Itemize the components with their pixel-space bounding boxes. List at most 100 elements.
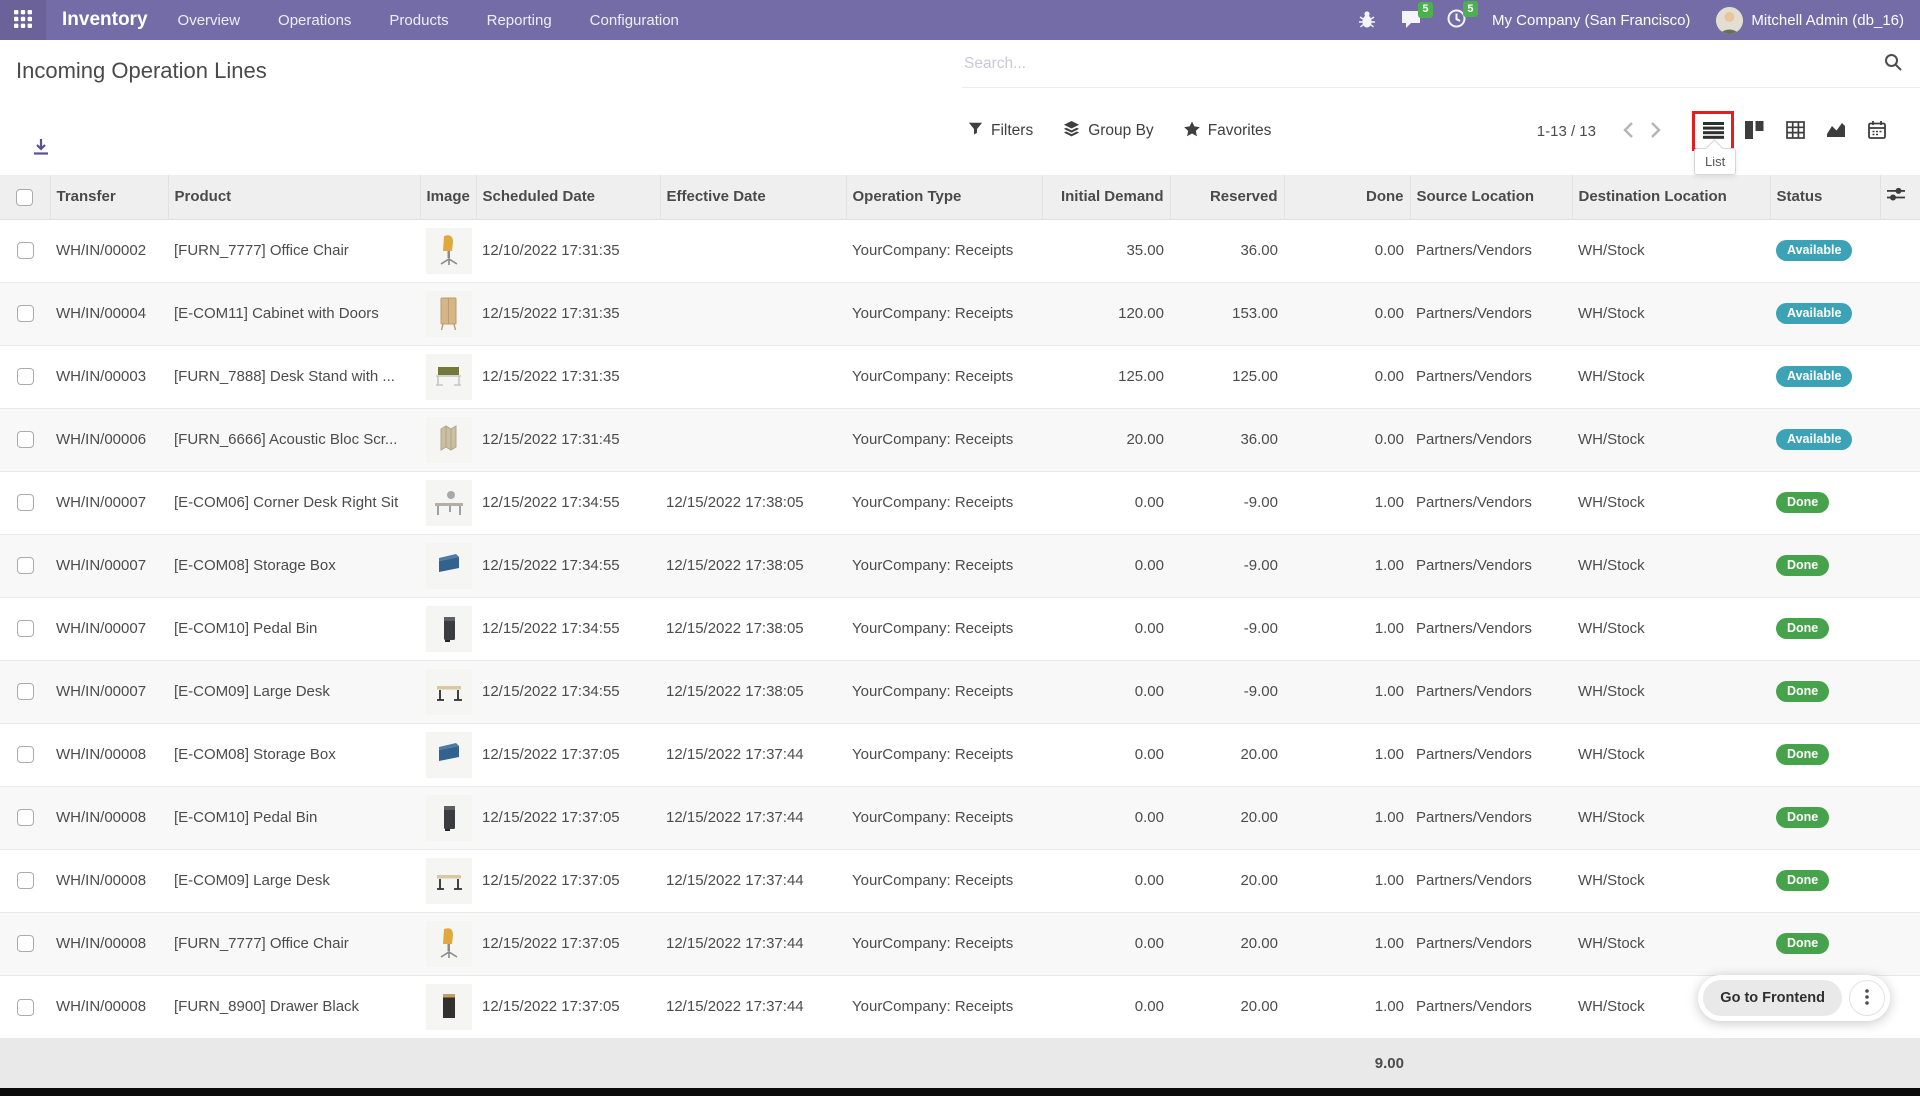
cell-destination-location[interactable]: WH/Stock — [1572, 597, 1770, 660]
cell-operation-type[interactable]: YourCompany: Receipts — [846, 534, 1042, 597]
cell-product[interactable]: [E-COM08] Storage Box — [168, 723, 420, 786]
cell-reserved[interactable]: 20.00 — [1170, 723, 1284, 786]
cell-status[interactable]: Done — [1770, 534, 1880, 597]
cell-effective-date[interactable]: 12/15/2022 17:37:44 — [660, 723, 846, 786]
cell-destination-location[interactable]: WH/Stock — [1572, 219, 1770, 282]
cell-done[interactable]: 0.00 — [1284, 408, 1410, 471]
column-header-destination-location[interactable]: Destination Location — [1572, 175, 1770, 219]
cell-source-location[interactable]: Partners/Vendors — [1410, 471, 1572, 534]
cell-effective-date[interactable]: 12/15/2022 17:37:44 — [660, 975, 846, 1038]
row-checkbox[interactable] — [17, 557, 34, 574]
cell-effective-date[interactable]: 12/15/2022 17:38:05 — [660, 534, 846, 597]
cell-initial-demand[interactable]: 35.00 — [1042, 219, 1170, 282]
nav-item-products[interactable]: Products — [389, 12, 448, 29]
cell-scheduled-date[interactable]: 12/15/2022 17:37:05 — [476, 786, 660, 849]
cell-scheduled-date[interactable]: 12/15/2022 17:34:55 — [476, 471, 660, 534]
cell-done[interactable]: 0.00 — [1284, 219, 1410, 282]
cell-scheduled-date[interactable]: 12/15/2022 17:34:55 — [476, 660, 660, 723]
cell-operation-type[interactable]: YourCompany: Receipts — [846, 597, 1042, 660]
row-checkbox[interactable] — [17, 242, 34, 259]
cell-destination-location[interactable]: WH/Stock — [1572, 345, 1770, 408]
activities-button[interactable]: 5 — [1447, 9, 1466, 31]
cell-product[interactable]: [E-COM09] Large Desk — [168, 660, 420, 723]
cell-reserved[interactable]: 153.00 — [1170, 282, 1284, 345]
cell-initial-demand[interactable]: 0.00 — [1042, 786, 1170, 849]
row-checkbox[interactable] — [17, 368, 34, 385]
cell-scheduled-date[interactable]: 12/15/2022 17:34:55 — [476, 597, 660, 660]
cell-source-location[interactable]: Partners/Vendors — [1410, 345, 1572, 408]
column-header-done[interactable]: Done — [1284, 175, 1410, 219]
cell-source-location[interactable]: Partners/Vendors — [1410, 534, 1572, 597]
cell-initial-demand[interactable]: 0.00 — [1042, 723, 1170, 786]
cell-transfer[interactable]: WH/IN/00008 — [50, 849, 168, 912]
cell-status[interactable]: Available — [1770, 282, 1880, 345]
cell-status[interactable]: Done — [1770, 597, 1880, 660]
cell-product[interactable]: [E-COM06] Corner Desk Right Sit — [168, 471, 420, 534]
table-row[interactable]: WH/IN/00006[FURN_6666] Acoustic Bloc Scr… — [0, 408, 1920, 471]
cell-initial-demand[interactable]: 20.00 — [1042, 408, 1170, 471]
cell-reserved[interactable]: 36.00 — [1170, 219, 1284, 282]
debug-bug-button[interactable] — [1359, 10, 1375, 31]
cell-status[interactable]: Available — [1770, 408, 1880, 471]
cell-status[interactable]: Done — [1770, 849, 1880, 912]
cell-reserved[interactable]: 20.00 — [1170, 912, 1284, 975]
company-switcher[interactable]: My Company (San Francisco) — [1492, 12, 1690, 29]
cell-operation-type[interactable]: YourCompany: Receipts — [846, 660, 1042, 723]
apps-menu-button[interactable] — [0, 0, 46, 40]
column-header-transfer[interactable]: Transfer — [50, 175, 168, 219]
cell-transfer[interactable]: WH/IN/00006 — [50, 408, 168, 471]
cell-done[interactable]: 1.00 — [1284, 975, 1410, 1038]
calendar-view-button[interactable] — [1860, 115, 1894, 147]
favorites-button[interactable]: Favorites — [1184, 121, 1272, 142]
column-header-product[interactable]: Product — [168, 175, 420, 219]
cell-status[interactable]: Available — [1770, 219, 1880, 282]
cell-operation-type[interactable]: YourCompany: Receipts — [846, 219, 1042, 282]
nav-item-reporting[interactable]: Reporting — [487, 12, 552, 29]
cell-done[interactable]: 1.00 — [1284, 534, 1410, 597]
cell-product[interactable]: [E-COM09] Large Desk — [168, 849, 420, 912]
row-checkbox[interactable] — [17, 935, 34, 952]
table-row[interactable]: WH/IN/00007[E-COM08] Storage Box 12/15/20… — [0, 534, 1920, 597]
cell-source-location[interactable]: Partners/Vendors — [1410, 660, 1572, 723]
cell-initial-demand[interactable]: 0.00 — [1042, 534, 1170, 597]
cell-scheduled-date[interactable]: 12/15/2022 17:37:05 — [476, 723, 660, 786]
cell-destination-location[interactable]: WH/Stock — [1572, 471, 1770, 534]
cell-done[interactable]: 1.00 — [1284, 723, 1410, 786]
cell-source-location[interactable]: Partners/Vendors — [1410, 597, 1572, 660]
cell-destination-location[interactable]: WH/Stock — [1572, 660, 1770, 723]
cell-initial-demand[interactable]: 0.00 — [1042, 975, 1170, 1038]
row-checkbox[interactable] — [17, 746, 34, 763]
cell-reserved[interactable]: -9.00 — [1170, 534, 1284, 597]
export-button[interactable] — [24, 132, 58, 164]
cell-product[interactable]: [FURN_7888] Desk Stand with ... — [168, 345, 420, 408]
row-checkbox[interactable] — [17, 872, 34, 889]
cell-transfer[interactable]: WH/IN/00007 — [50, 660, 168, 723]
cell-operation-type[interactable]: YourCompany: Receipts — [846, 849, 1042, 912]
nav-item-configuration[interactable]: Configuration — [590, 12, 679, 29]
cell-product[interactable]: [E-COM08] Storage Box — [168, 534, 420, 597]
cell-operation-type[interactable]: YourCompany: Receipts — [846, 723, 1042, 786]
search-input[interactable] — [962, 55, 1852, 73]
nav-item-operations[interactable]: Operations — [278, 12, 351, 29]
cell-destination-location[interactable]: WH/Stock — [1572, 786, 1770, 849]
cell-destination-location[interactable]: WH/Stock — [1572, 534, 1770, 597]
cell-operation-type[interactable]: YourCompany: Receipts — [846, 912, 1042, 975]
cell-done[interactable]: 1.00 — [1284, 660, 1410, 723]
table-row[interactable]: WH/IN/00007[E-COM10] Pedal Bin12/15/2022… — [0, 597, 1920, 660]
cell-transfer[interactable]: WH/IN/00004 — [50, 282, 168, 345]
column-header-status[interactable]: Status — [1770, 175, 1880, 219]
cell-reserved[interactable]: 36.00 — [1170, 408, 1284, 471]
cell-transfer[interactable]: WH/IN/00008 — [50, 786, 168, 849]
cell-initial-demand[interactable]: 0.00 — [1042, 912, 1170, 975]
cell-transfer[interactable]: WH/IN/00007 — [50, 534, 168, 597]
row-checkbox[interactable] — [17, 683, 34, 700]
cell-reserved[interactable]: 20.00 — [1170, 849, 1284, 912]
cell-effective-date[interactable] — [660, 408, 846, 471]
filters-button[interactable]: Filters — [968, 121, 1033, 141]
cell-done[interactable]: 1.00 — [1284, 786, 1410, 849]
cell-destination-location[interactable]: WH/Stock — [1572, 723, 1770, 786]
table-row[interactable]: WH/IN/00007[E-COM09] Large Desk 12/15/202… — [0, 660, 1920, 723]
cell-source-location[interactable]: Partners/Vendors — [1410, 282, 1572, 345]
cell-product[interactable]: [FURN_7777] Office Chair — [168, 912, 420, 975]
cell-transfer[interactable]: WH/IN/00002 — [50, 219, 168, 282]
